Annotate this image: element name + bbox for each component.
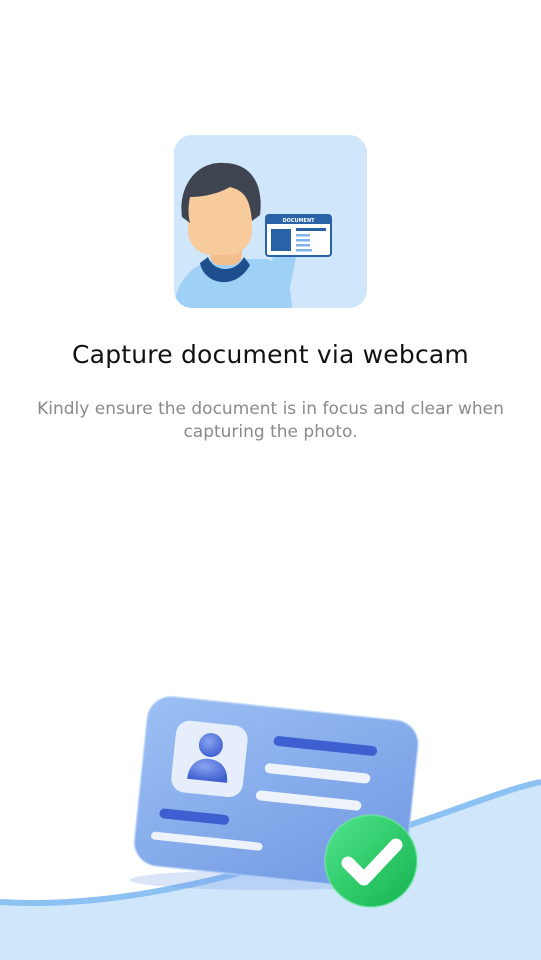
checkmark-icon <box>324 814 418 908</box>
page-title: Capture document via webcam <box>72 340 469 369</box>
page-subtitle: Kindly ensure the document is in focus a… <box>37 399 504 442</box>
person-holding-document-icon: DOCUMENT <box>174 135 367 308</box>
capture-document-screen: DOCUMENT Capture document via webcam Kin… <box>0 0 541 960</box>
id-card-verified-illustration <box>0 680 541 960</box>
document-card-label: DOCUMENT <box>282 218 315 224</box>
